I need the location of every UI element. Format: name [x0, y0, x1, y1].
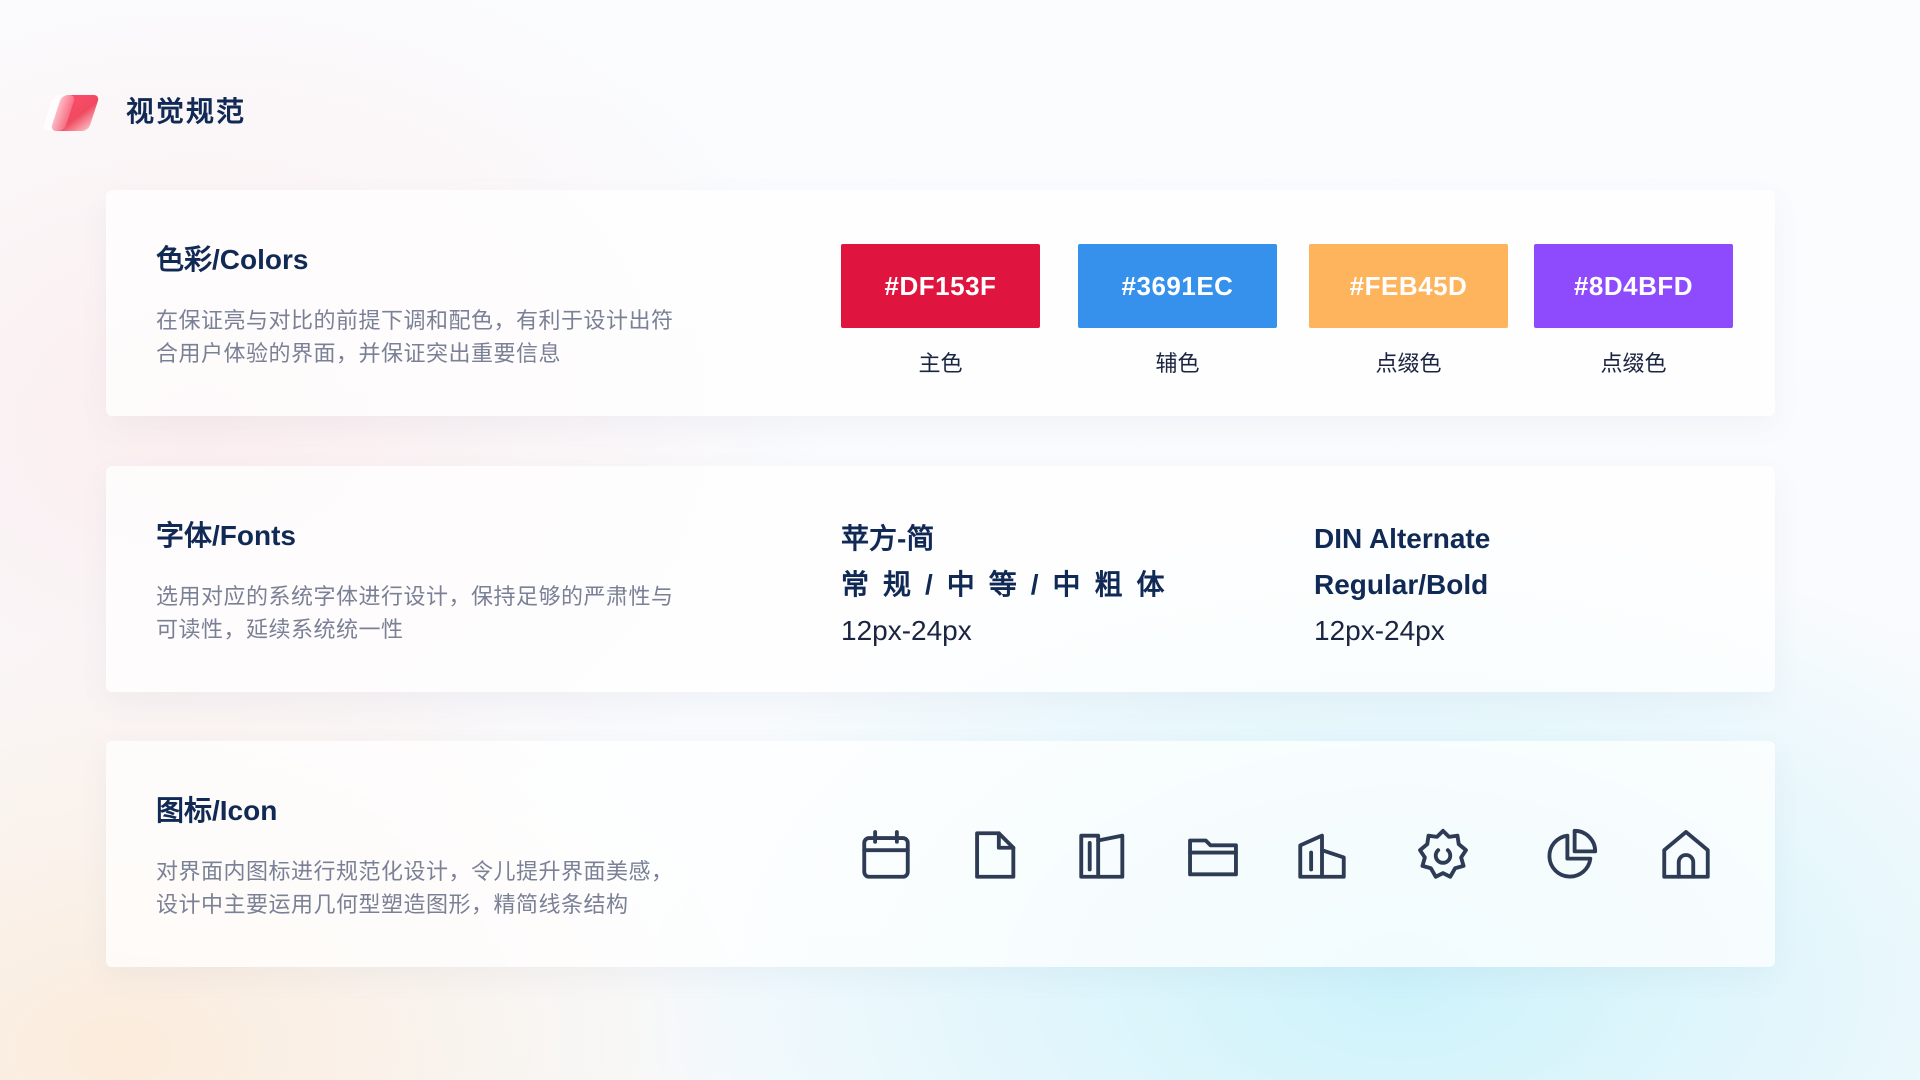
- fonts-card-description: 选用对应的系统字体进行设计，保持足够的严肃性与 可读性，延续系统统一性: [156, 580, 756, 646]
- icons-card-title: 图标/Icon: [156, 795, 278, 826]
- font-spec-din: DIN Alternate Regular/Bold 12px-24px: [1314, 516, 1490, 654]
- din-font-sizes: 12px-24px: [1314, 615, 1445, 646]
- font-spec-chinese: 苹方-简 常规/中等/中粗体 12px-24px: [841, 516, 1179, 654]
- swatch-primary: #DF153F 主色: [841, 244, 1040, 378]
- icons-card: 图标/Icon 对界面内图标进行规范化设计，令儿提升界面美感， 设计中主要运用几…: [106, 741, 1775, 967]
- icon-samples: [836, 825, 1736, 885]
- colors-desc-line-2: 合用户体验的界面，并保证突出重要信息: [156, 341, 562, 366]
- icons-card-description: 对界面内图标进行规范化设计，令儿提升界面美感， 设计中主要运用几何型塑造图形，精…: [156, 855, 756, 921]
- colors-card: 色彩/Colors 在保证亮与对比的前提下调和配色，有利于设计出符 合用户体验的…: [106, 190, 1775, 416]
- fonts-card-title: 字体/Fonts: [156, 520, 296, 551]
- cn-font-weights: 常规/中等/中粗体: [841, 569, 1179, 600]
- building-icon: [1292, 825, 1352, 885]
- pie-chart-icon: [1541, 825, 1601, 885]
- home-icon: [1656, 825, 1716, 885]
- fonts-card-text: 字体/Fonts 选用对应的系统字体进行设计，保持足够的严肃性与 可读性，延续系…: [156, 514, 756, 646]
- colors-card-title: 色彩/Colors: [156, 244, 309, 275]
- brand-logo-icon: [42, 89, 104, 131]
- swatch-accent-purple: #8D4BFD 点缀色: [1534, 244, 1733, 378]
- swatch-chip-accent-orange: #FEB45D: [1309, 244, 1508, 328]
- icons-desc-line-2: 设计中主要运用几何型塑造图形，精简线条结构: [156, 892, 629, 917]
- icons-card-text: 图标/Icon 对界面内图标进行规范化设计，令儿提升界面美感， 设计中主要运用几…: [156, 789, 756, 921]
- din-font-name: DIN Alternate: [1314, 523, 1491, 554]
- book-icon: [1073, 825, 1133, 885]
- swatch-caption-accent-orange: 点缀色: [1375, 351, 1442, 376]
- swatch-chip-accent-purple: #8D4BFD: [1534, 244, 1733, 328]
- swatch-chip-secondary: #3691EC: [1078, 244, 1277, 328]
- settings-gear-icon: [1413, 825, 1473, 885]
- swatch-accent-orange: #FEB45D 点缀色: [1309, 244, 1508, 378]
- swatch-secondary: #3691EC 辅色: [1078, 244, 1277, 378]
- fonts-card: 字体/Fonts 选用对应的系统字体进行设计，保持足够的严肃性与 可读性，延续系…: [106, 466, 1775, 692]
- page-title: 视觉规范: [126, 96, 247, 127]
- colors-card-description: 在保证亮与对比的前提下调和配色，有利于设计出符 合用户体验的界面，并保证突出重要…: [156, 304, 756, 370]
- page-header: 视觉规范: [42, 86, 247, 134]
- swatch-chip-primary: #DF153F: [841, 244, 1040, 328]
- din-font-weights: Regular/Bold: [1314, 569, 1489, 600]
- icons-desc-line-1: 对界面内图标进行规范化设计，令儿提升界面美感，: [156, 859, 674, 884]
- colors-card-text: 色彩/Colors 在保证亮与对比的前提下调和配色，有利于设计出符 合用户体验的…: [156, 238, 756, 370]
- swatch-caption-secondary: 辅色: [1155, 351, 1200, 376]
- fonts-desc-line-1: 选用对应的系统字体进行设计，保持足够的严肃性与: [156, 584, 674, 609]
- cn-font-name: 苹方-简: [841, 523, 935, 554]
- document-icon: [964, 825, 1024, 885]
- calendar-icon: [856, 825, 916, 885]
- swatch-caption-primary: 主色: [918, 351, 963, 376]
- folder-icon: [1183, 825, 1243, 885]
- cn-font-sizes: 12px-24px: [841, 615, 972, 646]
- colors-desc-line-1: 在保证亮与对比的前提下调和配色，有利于设计出符: [156, 308, 674, 333]
- swatch-caption-accent-purple: 点缀色: [1600, 351, 1667, 376]
- color-swatches: #DF153F 主色 #3691EC 辅色 #FEB45D 点缀色 #8D4BF…: [836, 244, 1736, 384]
- fonts-desc-line-2: 可读性，延续系统统一性: [156, 617, 404, 642]
